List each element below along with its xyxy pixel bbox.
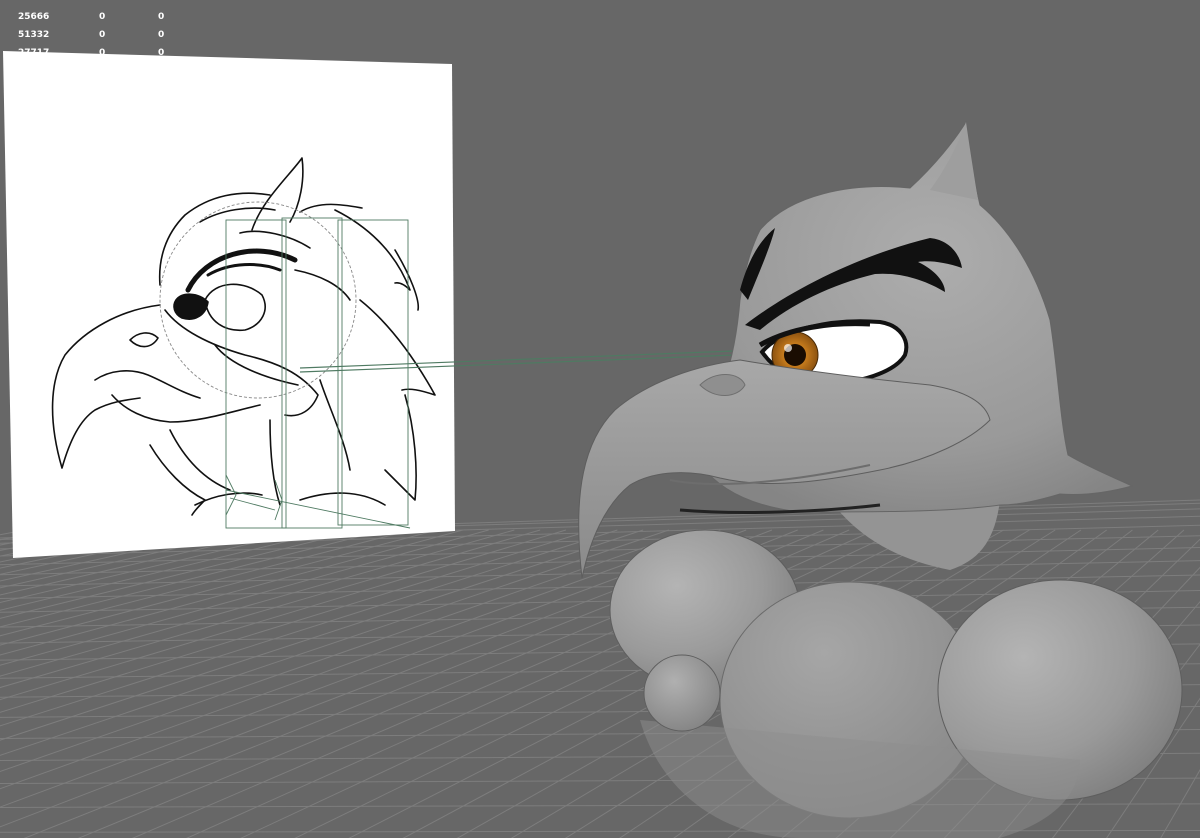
grid-line: [0, 529, 386, 628]
viewport-3d[interactable]: 25666 0 0 51332 0 0 27717 0 0: [0, 0, 1200, 838]
hud-value: 25666: [18, 12, 50, 22]
hud-value: 0: [99, 30, 106, 40]
hud-value: 0: [158, 30, 165, 40]
image-plane[interactable]: [3, 51, 455, 558]
grid-line: [0, 529, 51, 541]
hud-row: 25666 0 0: [18, 8, 188, 26]
grid-line: [0, 529, 489, 666]
model-head: [578, 120, 1134, 579]
grid-line: [0, 529, 412, 637]
grid-line: [0, 529, 670, 756]
grid-line: [0, 529, 206, 575]
hud-value: 27717: [18, 48, 50, 55]
grid-line: [0, 529, 721, 790]
hud-value: 0: [158, 48, 165, 55]
hud-value: 0: [99, 12, 106, 22]
grid-line: [0, 529, 232, 582]
hud-value: 51332: [18, 30, 50, 40]
model-body: [609, 529, 1183, 838]
hud-value: 0: [158, 12, 165, 22]
hud-row: 51332 0 0: [18, 26, 188, 44]
eagle-model[interactable]: [578, 120, 1183, 838]
hud-poly-count: 25666 0 0 51332 0 0 27717 0 0: [18, 8, 188, 55]
grid-line: [0, 529, 515, 677]
hud-value: 0: [99, 48, 106, 55]
grid-line: [0, 529, 129, 557]
hud-row: 27717 0 0: [18, 44, 188, 55]
scene-canvas[interactable]: [0, 0, 1200, 838]
grid-line: [0, 529, 257, 589]
